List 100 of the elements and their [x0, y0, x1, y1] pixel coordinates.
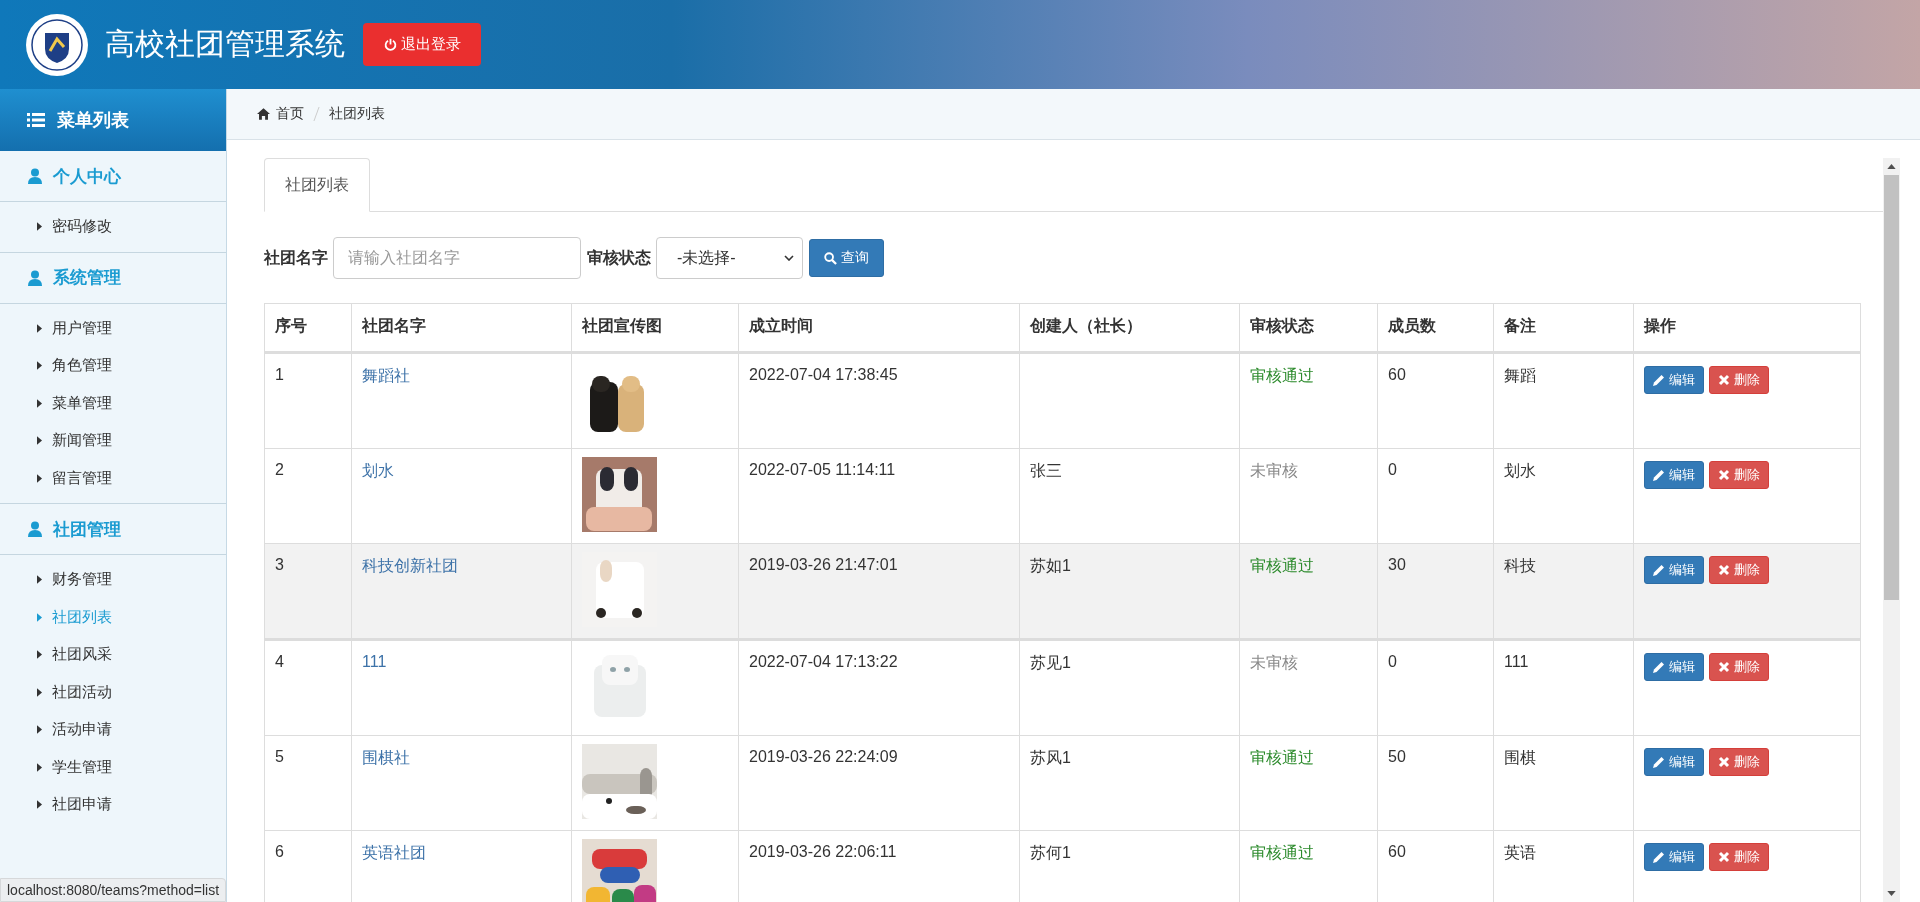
sidebar-item[interactable]: 角色管理 — [0, 347, 226, 385]
caret-icon — [37, 650, 42, 660]
scroll-up-icon[interactable] — [1887, 164, 1896, 169]
sidebar-item[interactable]: 新闻管理 — [0, 422, 226, 460]
tab[interactable]: 社团列表 — [264, 158, 370, 212]
table-cell: 张三 — [1019, 448, 1240, 544]
search-icon — [824, 251, 837, 265]
sidebar-item[interactable]: 社团风采 — [0, 636, 226, 674]
delete-button[interactable]: 删除 — [1709, 653, 1769, 681]
user-icon — [28, 269, 42, 286]
menu-group[interactable]: 个人中心 — [0, 151, 226, 202]
sidebar-item[interactable]: 社团列表 — [0, 598, 226, 636]
close-icon — [1718, 374, 1730, 386]
scroll-down-icon[interactable] — [1887, 891, 1896, 896]
status-dropdown[interactable]: -未选择- — [656, 237, 803, 279]
caret-icon — [37, 612, 42, 622]
club-name-link[interactable]: 英语社团 — [362, 844, 426, 861]
edit-button[interactable]: 编辑 — [1644, 461, 1704, 489]
pencil-icon — [1653, 469, 1665, 481]
status-text: 未审核 — [1239, 448, 1378, 544]
edit-button[interactable]: 编辑 — [1644, 556, 1704, 584]
table-cell: 0 — [1377, 448, 1494, 544]
club-name-link[interactable]: 111 — [362, 653, 387, 670]
pencil-icon — [1653, 374, 1665, 386]
status-bar-url: localhost:8080/teams?method=list — [0, 878, 227, 902]
scrollbar[interactable] — [1883, 158, 1900, 902]
caret-icon — [37, 575, 42, 585]
name-input-field[interactable]: 请输入社团名字 — [333, 237, 581, 279]
user-icon — [28, 168, 42, 184]
close-icon — [1718, 851, 1730, 863]
caret-icon — [37, 436, 42, 446]
caret-icon — [37, 473, 42, 483]
sidebar-item[interactable]: 学生管理 — [0, 748, 226, 786]
edit-button[interactable]: 编辑 — [1644, 843, 1704, 871]
caret-icon — [37, 800, 42, 810]
table-cell: 5 — [264, 735, 352, 831]
sidebar-item[interactable]: 活动申请 — [0, 711, 226, 749]
club-name-link[interactable]: 划水 — [362, 462, 394, 479]
logout-button[interactable]: 退出登录 — [363, 23, 481, 66]
field-label: 社团名字 — [264, 247, 328, 268]
club-name-link[interactable]: 舞蹈社 — [362, 367, 410, 384]
club-name-link[interactable]: 科技创新社团 — [362, 557, 458, 574]
user-icon — [28, 521, 42, 537]
table-cell: 1 — [264, 352, 352, 449]
table-cell: 4 — [264, 639, 352, 736]
caret-icon — [37, 398, 42, 408]
delete-button[interactable]: 删除 — [1709, 748, 1769, 776]
pencil-icon — [1653, 756, 1665, 768]
status-text: 审核通过 — [1239, 352, 1378, 449]
status-text: 未审核 — [1239, 639, 1378, 736]
table-cell: 2 — [264, 448, 352, 544]
table-cell: 围棋 — [1493, 735, 1634, 831]
pencil-icon — [1653, 564, 1665, 576]
sidebar-item[interactable]: 留言管理 — [0, 459, 226, 497]
table-cell: 划水 — [1493, 448, 1634, 544]
list-icon — [27, 113, 45, 127]
edit-button[interactable]: 编辑 — [1644, 748, 1704, 776]
power-icon — [383, 38, 397, 51]
sidebar-item[interactable]: 密码修改 — [0, 208, 226, 246]
table-cell: 6 — [264, 830, 352, 902]
table-cell: 2019-03-26 22:24:09 — [738, 735, 1020, 831]
delete-button[interactable]: 删除 — [1709, 556, 1769, 584]
sidebar-item[interactable]: 社团申请 — [0, 786, 226, 824]
menu-group[interactable]: 社团管理 — [0, 504, 226, 555]
table-cell: 2022-07-04 17:38:45 — [738, 352, 1020, 449]
sidebar-item[interactable]: 财务管理 — [0, 561, 226, 599]
delete-button[interactable]: 删除 — [1709, 366, 1769, 394]
table-cell: 苏风1 — [1019, 735, 1240, 831]
close-icon — [1718, 469, 1730, 481]
field-label: 审核状态 — [587, 247, 651, 268]
pencil-icon — [1653, 661, 1665, 673]
table-cell: 0 — [1377, 639, 1494, 736]
edit-button[interactable]: 编辑 — [1644, 366, 1704, 394]
menu-group[interactable]: 系统管理 — [0, 252, 226, 304]
chevron-icon — [784, 255, 794, 261]
delete-button[interactable]: 删除 — [1709, 843, 1769, 871]
table-cell: 50 — [1377, 735, 1494, 831]
table-cell: 2022-07-05 11:14:11 — [738, 448, 1020, 544]
pencil-icon — [1653, 851, 1665, 863]
club-name-link[interactable]: 围棋社 — [362, 749, 410, 766]
sidebar-item[interactable]: 用户管理 — [0, 309, 226, 347]
table-cell: 舞蹈 — [1493, 352, 1634, 449]
app-title: 高校社团管理系统 — [105, 26, 345, 62]
caret-icon — [37, 323, 42, 333]
delete-button[interactable]: 删除 — [1709, 461, 1769, 489]
breadcrumb-link[interactable]: 社团列表 — [329, 105, 385, 123]
home-icon — [257, 108, 270, 120]
close-icon — [1718, 661, 1730, 673]
sidebar-item[interactable]: 社团活动 — [0, 673, 226, 711]
table-cell: 60 — [1377, 352, 1494, 449]
breadcrumb-link[interactable]: 首页 — [257, 105, 304, 123]
sidebar-item[interactable]: 菜单管理 — [0, 384, 226, 422]
close-icon — [1718, 564, 1730, 576]
search-button[interactable]: 查询 — [809, 239, 884, 277]
emblem-icon — [25, 12, 89, 77]
status-text: 审核通过 — [1239, 735, 1378, 831]
table-cell: 2022-07-04 17:13:22 — [738, 639, 1020, 736]
edit-button[interactable]: 编辑 — [1644, 653, 1704, 681]
close-icon — [1718, 756, 1730, 768]
caret-icon — [37, 687, 42, 697]
